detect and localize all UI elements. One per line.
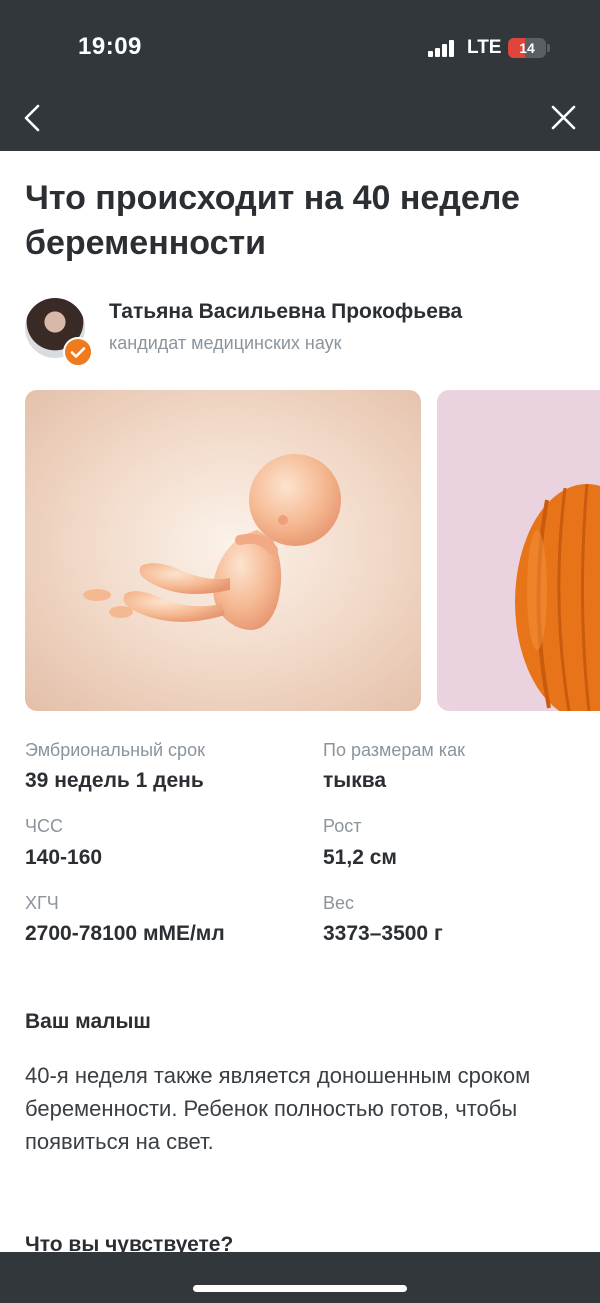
pumpkin-illustration — [515, 483, 600, 711]
home-indicator[interactable] — [193, 1285, 407, 1292]
verified-check-icon — [63, 337, 93, 367]
author-title: кандидат медицинских наук — [109, 333, 342, 353]
top-bar: 19:09 LTE 14 — [0, 0, 600, 151]
chevron-left-icon — [24, 104, 40, 132]
height-label: Рост — [323, 816, 362, 836]
section-text-baby: 40-я неделя также является доношенным ср… — [25, 1063, 531, 1154]
network-type: LTE — [467, 37, 502, 58]
size-value: тыква — [323, 769, 387, 792]
battery-tip — [547, 44, 550, 52]
pumpkin-image-card[interactable] — [437, 390, 600, 711]
hcg-label: ХГЧ — [25, 893, 59, 913]
weight-value: 3373–3500 г — [323, 922, 443, 945]
fetus-illustration — [83, 454, 341, 630]
back-button[interactable] — [14, 98, 54, 138]
size-label: По размерам как — [323, 740, 465, 760]
weight-label: Вес — [323, 893, 355, 913]
battery-percent: 14 — [519, 40, 535, 56]
close-icon — [551, 105, 576, 130]
heart-rate-label: ЧСС — [25, 816, 63, 836]
close-button[interactable] — [543, 98, 583, 138]
signal-icon — [428, 39, 456, 57]
fetus-image-card[interactable] — [25, 390, 421, 711]
author-name[interactable]: Татьяна Васильевна Прокофьева — [109, 300, 462, 324]
bottom-bar — [0, 1252, 600, 1303]
term-label: Эмбриональный срок — [25, 740, 205, 760]
height-value: 51,2 см — [323, 846, 397, 869]
article-title: Что происходит на 40 неделе беременности — [25, 179, 520, 262]
heart-rate-value: 140-160 — [25, 846, 103, 869]
section-title-baby: Ваш малыш — [25, 1010, 151, 1033]
battery-icon: 14 — [508, 38, 546, 58]
term-value: 39 недель 1 день — [25, 769, 204, 792]
status-time: 19:09 — [78, 33, 142, 60]
hcg-value: 2700-78100 мМЕ/мл — [25, 922, 225, 945]
